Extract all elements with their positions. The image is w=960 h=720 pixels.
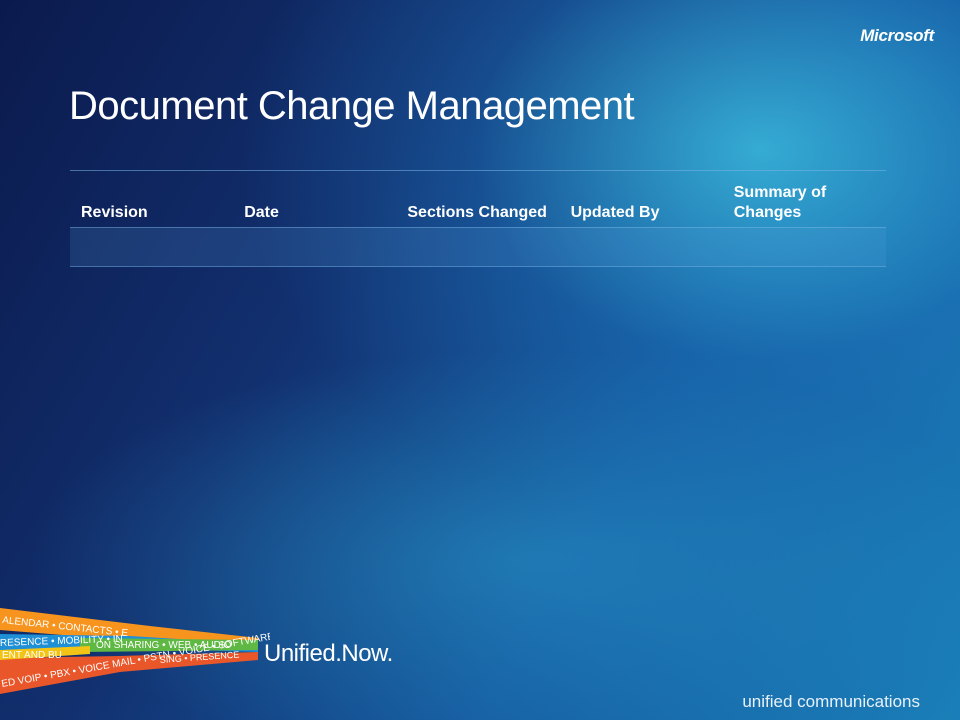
cell-summary-of-changes[interactable]	[723, 228, 886, 266]
cell-revision[interactable]	[70, 228, 233, 266]
microsoft-logo: Microsoft	[860, 26, 934, 45]
cell-sections-changed[interactable]	[396, 228, 559, 266]
table-header-row: Revision Date Sections Changed Updated B…	[70, 171, 886, 228]
change-table: Revision Date Sections Changed Updated B…	[70, 170, 886, 267]
ribbon-text-enterprise: ENT AND BU	[2, 650, 62, 661]
col-header-updated-by: Updated By	[570, 204, 660, 221]
slide: Microsoft Document Change Management Rev…	[0, 0, 960, 720]
col-header-date: Date	[244, 204, 279, 221]
unified-now-tagline: Unified.Now.	[264, 640, 393, 667]
col-header-summary-of-changes: Summary of Changes	[733, 184, 827, 221]
col-header-sections-changed: Sections Changed	[407, 204, 547, 221]
table-row[interactable]	[70, 228, 886, 267]
cell-updated-by[interactable]	[560, 228, 723, 266]
unified-communications-ribbon-graphic: ALENDAR • CONTACTS • E RESENCE • MOBILIT…	[0, 590, 270, 720]
page-title: Document Change Management	[69, 84, 635, 128]
footer-text: unified communications	[742, 692, 920, 711]
cell-date[interactable]	[233, 228, 396, 266]
col-header-revision: Revision	[81, 204, 148, 221]
